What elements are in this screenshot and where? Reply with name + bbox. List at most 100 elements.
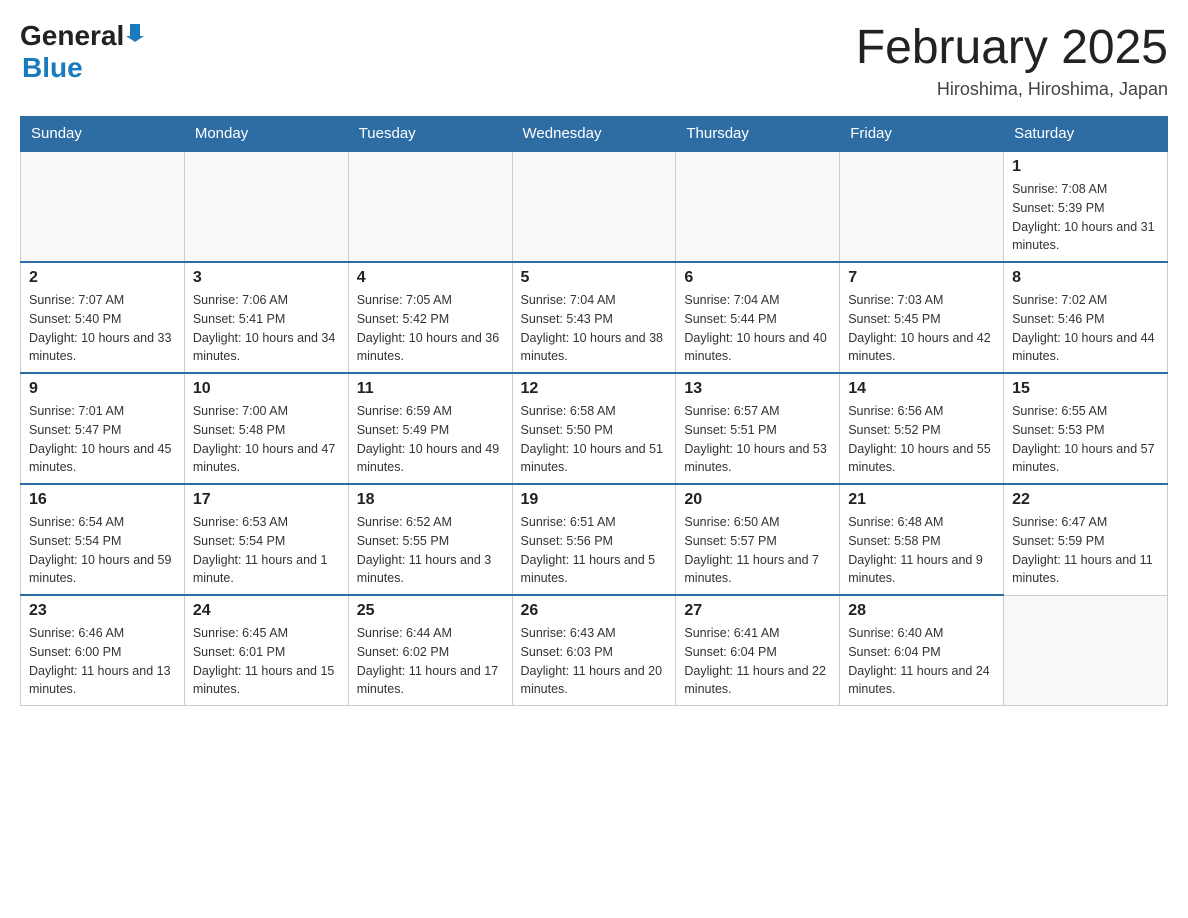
day-number: 9: [29, 380, 176, 398]
calendar-cell: [184, 151, 348, 262]
month-title: February 2025: [856, 20, 1168, 75]
day-number: 15: [1012, 380, 1159, 398]
day-info: Sunrise: 7:03 AMSunset: 5:45 PMDaylight:…: [848, 291, 995, 366]
day-number: 1: [1012, 158, 1159, 176]
page-header: General Blue February 2025 Hiroshima, Hi…: [20, 20, 1168, 100]
day-number: 28: [848, 602, 995, 620]
day-info: Sunrise: 7:02 AMSunset: 5:46 PMDaylight:…: [1012, 291, 1159, 366]
logo-arrow-icon: [126, 24, 144, 47]
calendar-header-monday: Monday: [184, 117, 348, 152]
day-number: 3: [193, 269, 340, 287]
day-info: Sunrise: 6:59 AMSunset: 5:49 PMDaylight:…: [357, 402, 504, 477]
day-number: 10: [193, 380, 340, 398]
day-number: 26: [521, 602, 668, 620]
calendar-cell: 20 Sunrise: 6:50 AMSunset: 5:57 PMDayligh…: [676, 484, 840, 595]
calendar-cell: 7 Sunrise: 7:03 AMSunset: 5:45 PMDaylight…: [840, 262, 1004, 373]
day-number: 27: [684, 602, 831, 620]
calendar-cell: 4Sunrise: 7:05 AMSunset: 5:42 PMDaylight…: [348, 262, 512, 373]
logo-general: General: [20, 20, 124, 52]
title-block: February 2025 Hiroshima, Hiroshima, Japa…: [856, 20, 1168, 100]
day-number: 8: [1012, 269, 1159, 287]
day-number: 5: [521, 269, 668, 287]
day-info: Sunrise: 7:04 AMSunset: 5:44 PMDaylight:…: [684, 291, 831, 366]
calendar-cell: [1004, 595, 1168, 706]
day-number: 4: [357, 269, 504, 287]
calendar-header-wednesday: Wednesday: [512, 117, 676, 152]
day-info: Sunrise: 6:56 AMSunset: 5:52 PMDaylight:…: [848, 402, 995, 477]
calendar-cell: 17 Sunrise: 6:53 AMSunset: 5:54 PMDayligh…: [184, 484, 348, 595]
day-number: 11: [357, 380, 504, 398]
day-number: 19: [521, 491, 668, 509]
location: Hiroshima, Hiroshima, Japan: [856, 79, 1168, 100]
day-info: Sunrise: 6:55 AMSunset: 5:53 PMDaylight:…: [1012, 402, 1159, 477]
day-number: 14: [848, 380, 995, 398]
day-number: 23: [29, 602, 176, 620]
calendar-cell: [676, 151, 840, 262]
calendar-cell: 26 Sunrise: 6:43 AMSunset: 6:03 PMDayligh…: [512, 595, 676, 706]
day-info: Sunrise: 6:50 AMSunset: 5:57 PMDaylight:…: [684, 513, 831, 588]
calendar-cell: 21 Sunrise: 6:48 AMSunset: 5:58 PMDayligh…: [840, 484, 1004, 595]
day-number: 20: [684, 491, 831, 509]
calendar-week-row: 16Sunrise: 6:54 AMSunset: 5:54 PMDayligh…: [21, 484, 1168, 595]
calendar-cell: 25 Sunrise: 6:44 AMSunset: 6:02 PMDayligh…: [348, 595, 512, 706]
calendar-header-thursday: Thursday: [676, 117, 840, 152]
day-number: 24: [193, 602, 340, 620]
calendar-cell: [840, 151, 1004, 262]
calendar-cell: 28 Sunrise: 6:40 AMSunset: 6:04 PMDayligh…: [840, 595, 1004, 706]
calendar-week-row: 23 Sunrise: 6:46 AMSunset: 6:00 PMDayligh…: [21, 595, 1168, 706]
calendar-cell: [21, 151, 185, 262]
calendar-cell: 15 Sunrise: 6:55 AMSunset: 5:53 PMDayligh…: [1004, 373, 1168, 484]
day-number: 17: [193, 491, 340, 509]
calendar-cell: [512, 151, 676, 262]
calendar-cell: 10 Sunrise: 7:00 AMSunset: 5:48 PMDayligh…: [184, 373, 348, 484]
calendar-cell: 16Sunrise: 6:54 AMSunset: 5:54 PMDayligh…: [21, 484, 185, 595]
calendar-cell: 8 Sunrise: 7:02 AMSunset: 5:46 PMDaylight…: [1004, 262, 1168, 373]
calendar-cell: 27 Sunrise: 6:41 AMSunset: 6:04 PMDayligh…: [676, 595, 840, 706]
day-number: 7: [848, 269, 995, 287]
day-number: 6: [684, 269, 831, 287]
calendar-cell: 5 Sunrise: 7:04 AMSunset: 5:43 PMDaylight…: [512, 262, 676, 373]
calendar-cell: 9Sunrise: 7:01 AMSunset: 5:47 PMDaylight…: [21, 373, 185, 484]
calendar-cell: 19 Sunrise: 6:51 AMSunset: 5:56 PMDayligh…: [512, 484, 676, 595]
calendar-header-saturday: Saturday: [1004, 117, 1168, 152]
calendar-cell: 1 Sunrise: 7:08 AMSunset: 5:39 PMDaylight…: [1004, 151, 1168, 262]
calendar-header-sunday: Sunday: [21, 117, 185, 152]
calendar-header-friday: Friday: [840, 117, 1004, 152]
day-info: Sunrise: 7:00 AMSunset: 5:48 PMDaylight:…: [193, 402, 340, 477]
day-info: Sunrise: 6:47 AMSunset: 5:59 PMDaylight:…: [1012, 513, 1159, 588]
day-info: Sunrise: 6:53 AMSunset: 5:54 PMDaylight:…: [193, 513, 340, 588]
day-info: Sunrise: 6:40 AMSunset: 6:04 PMDaylight:…: [848, 624, 995, 699]
calendar-table: SundayMondayTuesdayWednesdayThursdayFrid…: [20, 116, 1168, 706]
day-number: 12: [521, 380, 668, 398]
day-info: Sunrise: 6:48 AMSunset: 5:58 PMDaylight:…: [848, 513, 995, 588]
day-info: Sunrise: 6:43 AMSunset: 6:03 PMDaylight:…: [521, 624, 668, 699]
day-number: 25: [357, 602, 504, 620]
day-info: Sunrise: 6:44 AMSunset: 6:02 PMDaylight:…: [357, 624, 504, 699]
calendar-cell: [348, 151, 512, 262]
day-info: Sunrise: 7:08 AMSunset: 5:39 PMDaylight:…: [1012, 180, 1159, 255]
day-info: Sunrise: 7:04 AMSunset: 5:43 PMDaylight:…: [521, 291, 668, 366]
calendar-cell: 3Sunrise: 7:06 AMSunset: 5:41 PMDaylight…: [184, 262, 348, 373]
day-info: Sunrise: 6:46 AMSunset: 6:00 PMDaylight:…: [29, 624, 176, 699]
day-number: 2: [29, 269, 176, 287]
calendar-cell: 2 Sunrise: 7:07 AMSunset: 5:40 PMDaylight…: [21, 262, 185, 373]
day-info: Sunrise: 6:54 AMSunset: 5:54 PMDaylight:…: [29, 513, 176, 588]
calendar-cell: 14 Sunrise: 6:56 AMSunset: 5:52 PMDayligh…: [840, 373, 1004, 484]
calendar-cell: 12 Sunrise: 6:58 AMSunset: 5:50 PMDayligh…: [512, 373, 676, 484]
day-info: Sunrise: 6:45 AMSunset: 6:01 PMDaylight:…: [193, 624, 340, 699]
logo: General Blue: [20, 20, 144, 84]
day-info: Sunrise: 6:57 AMSunset: 5:51 PMDaylight:…: [684, 402, 831, 477]
day-info: Sunrise: 7:07 AMSunset: 5:40 PMDaylight:…: [29, 291, 176, 366]
day-info: Sunrise: 6:41 AMSunset: 6:04 PMDaylight:…: [684, 624, 831, 699]
calendar-cell: 13 Sunrise: 6:57 AMSunset: 5:51 PMDayligh…: [676, 373, 840, 484]
calendar-week-row: 9Sunrise: 7:01 AMSunset: 5:47 PMDaylight…: [21, 373, 1168, 484]
day-number: 22: [1012, 491, 1159, 509]
calendar-week-row: 2 Sunrise: 7:07 AMSunset: 5:40 PMDaylight…: [21, 262, 1168, 373]
day-info: Sunrise: 6:58 AMSunset: 5:50 PMDaylight:…: [521, 402, 668, 477]
calendar-cell: 18Sunrise: 6:52 AMSunset: 5:55 PMDayligh…: [348, 484, 512, 595]
day-number: 21: [848, 491, 995, 509]
calendar-cell: 24 Sunrise: 6:45 AMSunset: 6:01 PMDayligh…: [184, 595, 348, 706]
day-info: Sunrise: 6:51 AMSunset: 5:56 PMDaylight:…: [521, 513, 668, 588]
day-number: 13: [684, 380, 831, 398]
calendar-header-tuesday: Tuesday: [348, 117, 512, 152]
